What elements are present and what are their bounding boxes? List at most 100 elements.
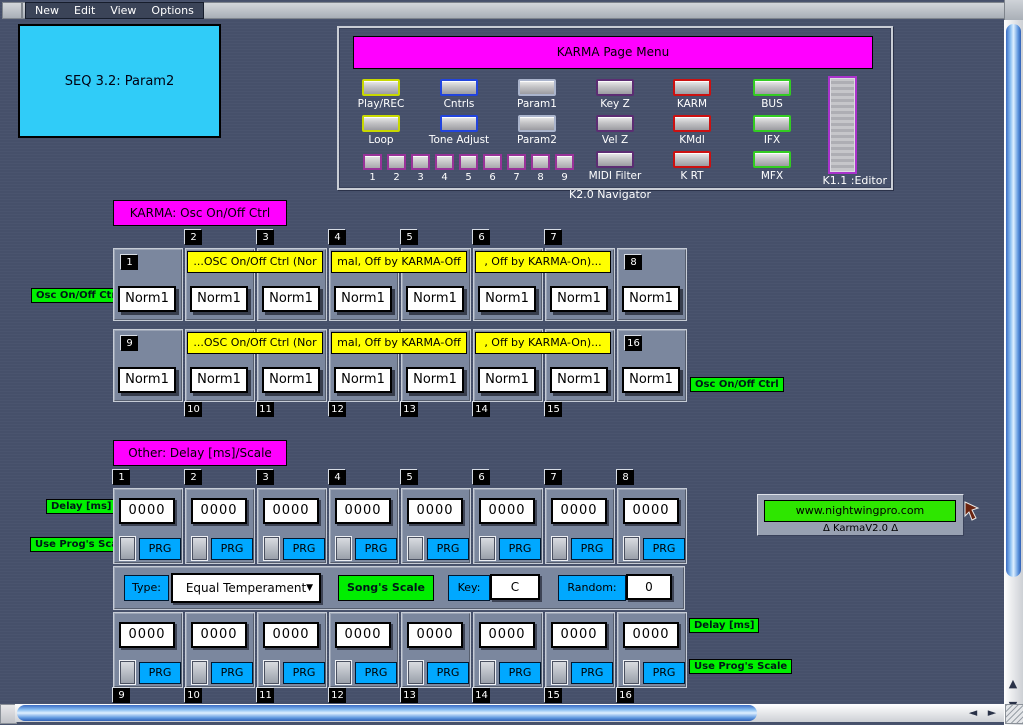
prg-button[interactable]: PRG xyxy=(571,538,613,560)
menu-item-options[interactable]: Options xyxy=(151,4,193,17)
prg-button[interactable]: PRG xyxy=(283,662,325,684)
prg-button[interactable]: PRG xyxy=(355,538,397,560)
prog-scale-checkbox[interactable] xyxy=(192,537,207,560)
nav-numbered-button-8[interactable] xyxy=(531,154,550,170)
osc-onoff-select[interactable]: Norm1 xyxy=(406,367,464,393)
prog-scale-checkbox[interactable] xyxy=(408,661,423,684)
osc-onoff-select[interactable]: Norm1 xyxy=(622,367,680,393)
osc-onoff-select[interactable]: Norm1 xyxy=(262,286,320,312)
nav-button-mfx[interactable] xyxy=(753,151,791,168)
nav-button-param2[interactable] xyxy=(518,115,556,132)
prg-button[interactable]: PRG xyxy=(571,662,613,684)
nav-button-ifx[interactable] xyxy=(753,115,791,132)
nav-button-cntrls[interactable] xyxy=(440,79,478,96)
delay-ms-field[interactable]: 0000 xyxy=(119,498,175,524)
prg-button[interactable]: PRG xyxy=(643,538,685,560)
osc-onoff-select[interactable]: Norm1 xyxy=(550,367,608,393)
nav-button-param1[interactable] xyxy=(518,79,556,96)
delay-ms-field[interactable]: 0000 xyxy=(551,498,607,524)
nav-numbered-button-1[interactable] xyxy=(363,154,382,170)
prog-scale-checkbox[interactable] xyxy=(624,537,639,560)
delay-ms-field[interactable]: 0000 xyxy=(335,622,391,648)
osc-onoff-select[interactable]: Norm1 xyxy=(334,367,392,393)
prog-scale-checkbox[interactable] xyxy=(264,661,279,684)
nav-numbered-button-2[interactable] xyxy=(387,154,406,170)
nav-numbered-button-9[interactable] xyxy=(555,154,574,170)
nav-button-midi-filter[interactable] xyxy=(596,151,634,168)
osc-onoff-select[interactable]: Norm1 xyxy=(478,367,536,393)
prg-button[interactable]: PRG xyxy=(643,662,685,684)
vertical-scrollbar-thumb[interactable] xyxy=(1006,24,1021,577)
osc-onoff-select[interactable]: Norm1 xyxy=(478,286,536,312)
nav-button-k-rt[interactable] xyxy=(673,151,711,168)
nav-button-karm[interactable] xyxy=(673,79,711,96)
prg-button[interactable]: PRG xyxy=(139,662,181,684)
nav-button-key-z[interactable] xyxy=(596,79,634,96)
prog-scale-checkbox[interactable] xyxy=(120,661,135,684)
nav-button-bus[interactable] xyxy=(753,79,791,96)
nav-numbered-button-6[interactable] xyxy=(483,154,502,170)
prog-scale-checkbox[interactable] xyxy=(192,661,207,684)
prg-button[interactable]: PRG xyxy=(499,538,541,560)
osc-onoff-select[interactable]: Norm1 xyxy=(118,367,176,393)
prg-button[interactable]: PRG xyxy=(427,538,469,560)
delay-ms-field[interactable]: 0000 xyxy=(479,622,535,648)
delay-ms-field[interactable]: 0000 xyxy=(191,498,247,524)
nav-numbered-button-3[interactable] xyxy=(411,154,430,170)
delay-ms-field[interactable]: 0000 xyxy=(623,622,679,648)
nav-button-loop[interactable] xyxy=(362,115,400,132)
prg-button[interactable]: PRG xyxy=(283,538,325,560)
prg-button[interactable]: PRG xyxy=(139,538,181,560)
prg-button[interactable]: PRG xyxy=(355,662,397,684)
prog-scale-checkbox[interactable] xyxy=(480,537,495,560)
osc-onoff-select[interactable]: Norm1 xyxy=(190,367,248,393)
prg-button[interactable]: PRG xyxy=(211,538,253,560)
scroll-right-icon[interactable]: ► xyxy=(983,704,1001,722)
osc-onoff-select[interactable]: Norm1 xyxy=(550,286,608,312)
delay-ms-field[interactable]: 0000 xyxy=(551,622,607,648)
nightwingpro-link-button[interactable]: www.nightwingpro.com xyxy=(764,500,956,522)
delay-ms-field[interactable]: 0000 xyxy=(407,622,463,648)
editor-slider-button[interactable] xyxy=(828,76,857,174)
osc-onoff-select[interactable]: Norm1 xyxy=(334,286,392,312)
nav-numbered-button-7[interactable] xyxy=(507,154,526,170)
prog-scale-checkbox[interactable] xyxy=(408,537,423,560)
delay-ms-field[interactable]: 0000 xyxy=(479,498,535,524)
osc-onoff-select[interactable]: Norm1 xyxy=(622,286,680,312)
delay-ms-field[interactable]: 0000 xyxy=(191,622,247,648)
prog-scale-checkbox[interactable] xyxy=(120,537,135,560)
scroll-left-icon[interactable]: ◄ xyxy=(964,704,982,722)
nav-numbered-button-4[interactable] xyxy=(435,154,454,170)
delay-ms-field[interactable]: 0000 xyxy=(335,498,391,524)
nav-numbered-button-5[interactable] xyxy=(459,154,478,170)
delay-ms-field[interactable]: 0000 xyxy=(623,498,679,524)
osc-onoff-select[interactable]: Norm1 xyxy=(118,286,176,312)
nav-button-tone-adjust[interactable] xyxy=(440,115,478,132)
scroll-up-icon[interactable]: ▲ xyxy=(1004,675,1022,693)
nav-button-play-rec[interactable] xyxy=(362,79,400,96)
prg-button[interactable]: PRG xyxy=(427,662,469,684)
prog-scale-checkbox[interactable] xyxy=(480,661,495,684)
menu-item-view[interactable]: View xyxy=(110,4,136,17)
songs-scale-button[interactable]: Song's Scale xyxy=(338,575,434,601)
prog-scale-checkbox[interactable] xyxy=(336,661,351,684)
menu-item-new[interactable]: New xyxy=(35,4,59,17)
delay-ms-field[interactable]: 0000 xyxy=(263,622,319,648)
horizontal-scrollbar-thumb[interactable] xyxy=(17,705,757,721)
osc-onoff-select[interactable]: Norm1 xyxy=(190,286,248,312)
prog-scale-checkbox[interactable] xyxy=(552,537,567,560)
osc-onoff-select[interactable]: Norm1 xyxy=(262,367,320,393)
osc-onoff-select[interactable]: Norm1 xyxy=(406,286,464,312)
key-field[interactable]: C xyxy=(490,574,540,600)
nav-button-kmdl[interactable] xyxy=(673,115,711,132)
delay-ms-field[interactable]: 0000 xyxy=(119,622,175,648)
prog-scale-checkbox[interactable] xyxy=(264,537,279,560)
menu-item-edit[interactable]: Edit xyxy=(74,4,95,17)
delay-ms-field[interactable]: 0000 xyxy=(407,498,463,524)
random-field[interactable]: 0 xyxy=(626,574,672,600)
prog-scale-checkbox[interactable] xyxy=(336,537,351,560)
prg-button[interactable]: PRG xyxy=(499,662,541,684)
scale-type-dropdown[interactable]: Equal Temperament ▼ xyxy=(171,573,321,603)
prg-button[interactable]: PRG xyxy=(211,662,253,684)
delay-ms-field[interactable]: 0000 xyxy=(263,498,319,524)
